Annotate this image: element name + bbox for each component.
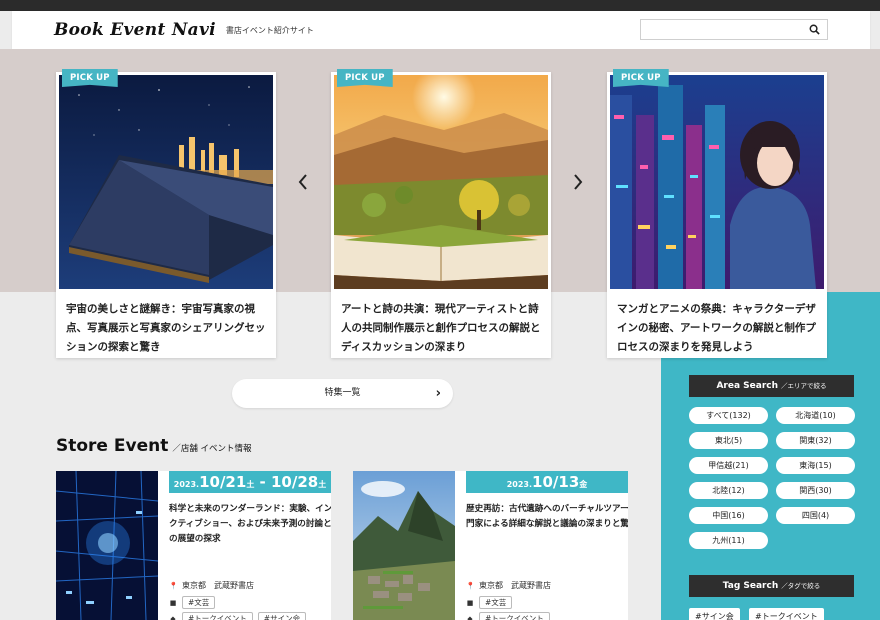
area-button-tohoku[interactable]: 東北(5) [689, 432, 768, 449]
event-location: 📍 東京都 武蔵野書店 [466, 580, 551, 591]
event-image-digital[interactable] [56, 471, 158, 620]
event-location-text: 東京都 武蔵野書店 [182, 581, 254, 590]
event-tag[interactable]: #トークイベント [479, 612, 550, 620]
pickup-card-title[interactable]: 宇宙の美しさと謎解き：宇宙写真家の視点、写真展示と写真家のシェアリングセッション… [66, 300, 266, 357]
tag-icon: ◆ [170, 614, 176, 620]
date-end-week: 土 [318, 480, 327, 489]
area-button-hokkaido[interactable]: 北海道(10) [776, 407, 855, 424]
search-input[interactable] [640, 19, 828, 40]
date-start: 10/13 [532, 473, 580, 491]
tag-button-talk-event[interactable]: #トークイベント [749, 608, 824, 620]
event-card-1[interactable]: 2023.10/21土 - 10/28土 科学と未来のワンダーランド：実験、イン… [56, 471, 331, 620]
tag-search-heading: Tag Search ／タグで絞る [689, 575, 854, 597]
carousel-prev-arrow[interactable] [296, 172, 310, 192]
card-image-book-landscape[interactable] [334, 75, 548, 289]
event-date: 2023.10/21土 - 10/28土 [169, 471, 331, 493]
event-date: 2023.10/13金 [466, 471, 628, 493]
event-location: 📍 東京都 武蔵野書店 [169, 580, 254, 591]
store-event-heading: Store Event ／店舗 イベント情報 [56, 436, 252, 456]
pickup-card-2[interactable]: PICK UP アートと詩の共演：現代アーティストと詩人の共同制作展示と創作プロ… [331, 69, 551, 358]
date-year: 2023. [173, 480, 200, 489]
area-button-all[interactable]: すべて(132) [689, 407, 768, 424]
site-logo[interactable]: Book Event Navi [54, 20, 216, 40]
event-location-text: 東京都 武蔵野書店 [479, 581, 551, 590]
event-image-ruins[interactable] [353, 471, 455, 620]
event-title[interactable]: 歴史再訪：古代遺跡へのバーチャルツアー、専門家による詳細な解説と議論の深まりと驚… [466, 502, 628, 532]
chevron-left-icon[interactable] [296, 172, 310, 192]
event-tag[interactable]: #トークイベント [182, 612, 253, 620]
feature-list-label: 特集一覧 [324, 388, 361, 398]
category-tag[interactable]: #文芸 [182, 596, 216, 609]
pickup-badge: PICK UP [337, 69, 393, 87]
area-button-kansai[interactable]: 関西(30) [776, 482, 855, 499]
pickup-badge: PICK UP [62, 69, 118, 87]
feature-list-button[interactable]: 特集一覧 › [232, 379, 453, 408]
location-pin-icon: 📍 [169, 581, 178, 590]
event-title[interactable]: 科学と未来のワンダーランド：実験、インタラクティブショー、および未来予測の討論と… [169, 502, 331, 547]
category-tag[interactable]: #文芸 [479, 596, 513, 609]
pickup-card-1[interactable]: PICK UP 宇宙の美しさと謎解き：宇宙写真家の視点、写真展示と写真家のシェア… [56, 69, 276, 358]
store-event-title: Store Event [56, 436, 169, 456]
pickup-card-title[interactable]: アートと詩の共演：現代アーティストと詩人の共同制作展示と創作プロセスの解説とディ… [341, 300, 541, 357]
chevron-right-icon[interactable] [571, 172, 585, 192]
date-end: 10/28 [270, 473, 319, 491]
area-button-kanto[interactable]: 関東(32) [776, 432, 855, 449]
carousel-next-arrow[interactable] [571, 172, 585, 192]
site-tagline: 書店イベント紹介サイト [225, 25, 314, 35]
search-icon[interactable] [809, 24, 820, 35]
area-button-hokuriku[interactable]: 北陸(12) [689, 482, 768, 499]
pickup-card-title[interactable]: マンガとアニメの祭典：キャラクターデザインの秘密、アートワークの解説と制作プロセ… [617, 300, 817, 357]
area-search-title: Area Search [716, 381, 779, 391]
chevron-right-icon: › [435, 386, 441, 401]
area-search-heading: Area Search ／エリアで絞る [689, 375, 854, 397]
date-start: 10/21 [199, 473, 247, 491]
store-event-subtitle: ／店舗 イベント情報 [172, 444, 252, 454]
event-tags: ◆ #トークイベント #サイン会 [169, 612, 307, 620]
area-button-shikoku[interactable]: 四国(4) [776, 507, 855, 524]
date-year: 2023. [506, 480, 533, 489]
event-card-2[interactable]: 2023.10/13金 歴史再訪：古代遺跡へのバーチャルツアー、専門家による詳細… [353, 471, 628, 620]
top-bar [0, 0, 880, 11]
card-image-anime-city[interactable] [610, 75, 824, 289]
tag-button-signing[interactable]: #サイン会 [689, 608, 740, 620]
card-image-space-book[interactable] [59, 75, 273, 289]
pickup-badge: PICK UP [613, 69, 669, 87]
book-icon: ■ [169, 598, 177, 607]
tag-icon: ◆ [467, 614, 473, 620]
tag-search-title: Tag Search [722, 581, 779, 591]
area-button-chugoku[interactable]: 中国(16) [689, 507, 768, 524]
area-button-koshinetsu[interactable]: 甲信越(21) [689, 457, 768, 474]
pickup-card-3[interactable]: PICK UP マンガとアニメの祭典：キャラクターデザインの秘密、アートワークの… [607, 69, 827, 358]
book-icon: ■ [466, 598, 474, 607]
tag-search-subtitle: ／タグで絞る [781, 582, 821, 590]
event-tag[interactable]: #サイン会 [257, 612, 307, 620]
date-start-week: 金 [579, 480, 588, 489]
site-header: Book Event Navi 書店イベント紹介サイト [12, 11, 870, 49]
date-sep: - [254, 473, 271, 491]
event-tags: ◆ #トークイベント [466, 612, 550, 620]
area-button-kyushu[interactable]: 九州(11) [689, 532, 768, 549]
location-pin-icon: 📍 [466, 581, 475, 590]
area-search-subtitle: ／エリアで絞る [781, 382, 827, 390]
area-button-tokai[interactable]: 東海(15) [776, 457, 855, 474]
event-category: ■ #文芸 [169, 596, 216, 609]
event-category: ■ #文芸 [466, 596, 513, 609]
